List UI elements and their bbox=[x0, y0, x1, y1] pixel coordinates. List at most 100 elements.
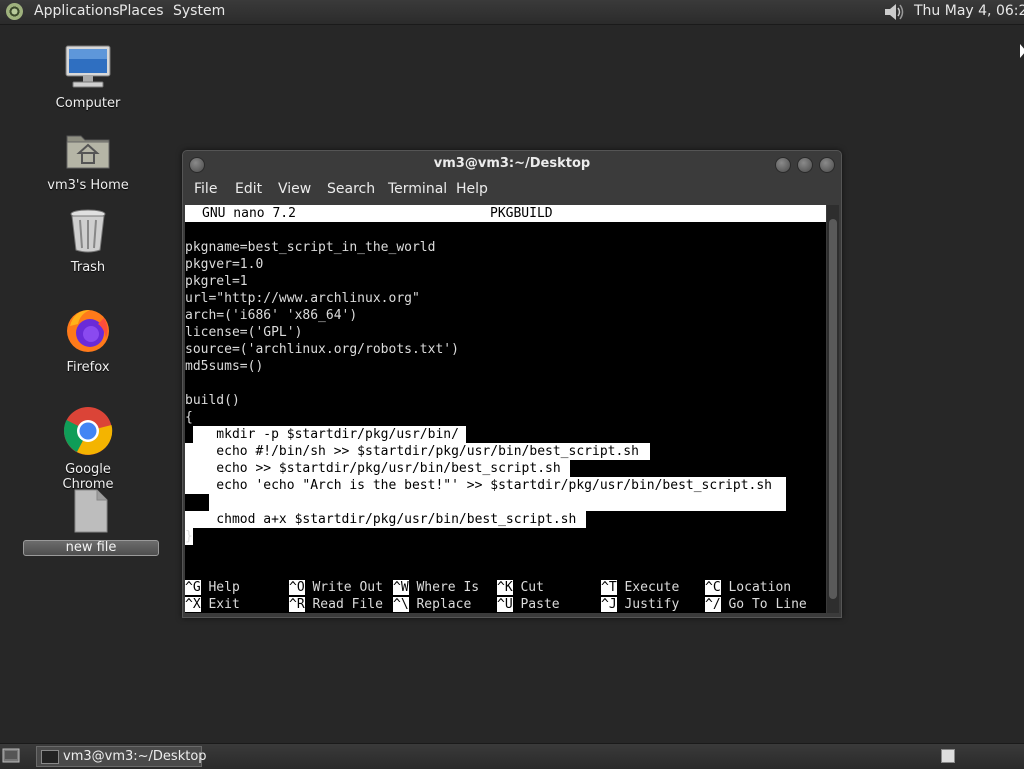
code-line: pkgver=1.0 bbox=[185, 257, 264, 272]
bottom-panel: vm3@vm3:~/Desktop bbox=[0, 743, 1024, 769]
shortcut-label: Write Out bbox=[312, 580, 383, 595]
window-titlebar[interactable]: vm3@vm3:~/Desktop bbox=[183, 151, 841, 177]
shortcut-label: Help bbox=[208, 580, 240, 595]
code-line: pkgrel=1 bbox=[185, 274, 248, 289]
code-line: } bbox=[185, 529, 193, 544]
shortcut-key: ^U bbox=[497, 597, 513, 612]
shortcut-justify[interactable]: ^J Justify bbox=[601, 596, 679, 613]
computer-icon bbox=[65, 45, 111, 88]
shortcut-key: ^G bbox=[185, 580, 201, 595]
menu-edit[interactable]: Edit bbox=[235, 181, 262, 197]
shortcut-label: Justify bbox=[624, 597, 680, 612]
menu-places[interactable]: Places bbox=[119, 3, 164, 19]
shortcut-where-is[interactable]: ^W Where Is bbox=[393, 579, 479, 596]
shortcut-help[interactable]: ^G Help bbox=[185, 579, 240, 596]
shortcut-execute[interactable]: ^T Execute bbox=[601, 579, 679, 596]
desktop-icon-label: Firefox bbox=[66, 360, 110, 375]
shortcut-key: ^X bbox=[185, 597, 201, 612]
chrome-icon bbox=[63, 407, 113, 455]
code-line: build() bbox=[185, 393, 240, 408]
code-line: echo 'echo "Arch is the best!"' >> $star… bbox=[185, 478, 772, 493]
shortcut-label: Cut bbox=[520, 580, 544, 595]
shortcut-key: ^K bbox=[497, 580, 513, 595]
desktop-icon-home[interactable]: vm3's Home bbox=[38, 128, 138, 193]
desktop-icon-trash[interactable]: Trash bbox=[38, 208, 138, 275]
terminal-window[interactable]: vm3@vm3:~/Desktop File Edit View Search … bbox=[182, 150, 842, 618]
code-line: echo >> $startdir/pkg/usr/bin/best_scrip… bbox=[185, 461, 561, 476]
menu-file[interactable]: File bbox=[194, 181, 217, 197]
distro-logo-icon[interactable] bbox=[6, 3, 23, 20]
trash-icon bbox=[70, 209, 106, 253]
nano-version: GNU nano 7.2 bbox=[202, 206, 296, 221]
shortcut-key: ^T bbox=[601, 580, 617, 595]
file-icon bbox=[74, 489, 108, 533]
top-panel: Applications Places System Thu May 4, 06… bbox=[0, 0, 1024, 25]
shortcut-replace[interactable]: ^\ Replace bbox=[393, 596, 471, 613]
shortcut-label: Replace bbox=[416, 597, 472, 612]
menu-applications[interactable]: Applications bbox=[34, 3, 120, 19]
shortcut-label: Execute bbox=[624, 580, 680, 595]
desktop-icon-label: vm3's Home bbox=[47, 178, 129, 193]
shortcut-key: ^/ bbox=[705, 597, 721, 612]
shortcut-label: Location bbox=[728, 580, 792, 595]
desktop-icon-label[interactable]: new file bbox=[23, 540, 159, 556]
maximize-button[interactable] bbox=[797, 157, 813, 173]
menu-system[interactable]: System bbox=[173, 3, 225, 19]
code-line: arch=('i686' 'x86_64') bbox=[185, 308, 358, 323]
taskbar-item-terminal[interactable]: vm3@vm3:~/Desktop bbox=[36, 746, 207, 767]
firefox-icon bbox=[67, 310, 109, 352]
shortcut-key: ^C bbox=[705, 580, 721, 595]
selection-highlight bbox=[209, 494, 786, 511]
shortcut-label: Go To Line bbox=[728, 597, 807, 612]
shortcut-paste[interactable]: ^U Paste bbox=[497, 596, 560, 613]
shortcut-key: ^\ bbox=[393, 597, 409, 612]
shortcut-key: ^J bbox=[601, 597, 617, 612]
code-line: url="http://www.archlinux.org" bbox=[185, 291, 420, 306]
shortcut-label: Paste bbox=[520, 597, 560, 612]
menu-view[interactable]: View bbox=[278, 181, 311, 197]
desktop-icon-computer[interactable]: Computer bbox=[38, 44, 138, 111]
code-line: echo #!/bin/sh >> $startdir/pkg/usr/bin/… bbox=[185, 444, 639, 459]
nano-header: GNU nano 7.2 PKGBUILD bbox=[185, 205, 826, 222]
terminal-content[interactable]: GNU nano 7.2 PKGBUILD pkgname=best_scrip… bbox=[185, 205, 826, 613]
shortcut-cut[interactable]: ^K Cut bbox=[497, 579, 544, 596]
desktop-icon-label: Trash bbox=[70, 260, 106, 275]
code-line: source=('archlinux.org/robots.txt') bbox=[185, 342, 459, 357]
window-title: vm3@vm3:~/Desktop bbox=[433, 156, 591, 171]
shortcut-read-file[interactable]: ^R Read File bbox=[289, 596, 383, 613]
scrollbar-thumb[interactable] bbox=[829, 219, 837, 599]
shortcut-write-out[interactable]: ^O Write Out bbox=[289, 579, 383, 596]
code-line: md5sums=() bbox=[185, 359, 264, 374]
code-line: pkgname=best_script_in_the_world bbox=[185, 240, 436, 255]
code-line: { bbox=[185, 410, 193, 425]
clock[interactable]: Thu May 4, 06:20 bbox=[914, 3, 1024, 19]
window-menubar: File Edit View Search Terminal Help bbox=[183, 178, 841, 202]
shortcut-key: ^O bbox=[289, 580, 305, 595]
shortcut-key: ^R bbox=[289, 597, 305, 612]
workspace-switcher[interactable] bbox=[941, 749, 955, 763]
menu-terminal[interactable]: Terminal bbox=[388, 181, 447, 197]
shortcut-label: Read File bbox=[312, 597, 383, 612]
menu-search[interactable]: Search bbox=[327, 181, 375, 197]
shortcut-go-to-line[interactable]: ^/ Go To Line bbox=[705, 596, 807, 613]
shortcut-exit[interactable]: ^X Exit bbox=[185, 596, 240, 613]
code-line: license=('GPL') bbox=[185, 325, 303, 340]
menu-help[interactable]: Help bbox=[456, 181, 488, 197]
mouse-pointer-icon bbox=[1020, 44, 1024, 58]
code-line: mkdir -p $startdir/pkg/usr/bin/ bbox=[185, 427, 459, 442]
code-line: chmod a+x $startdir/pkg/usr/bin/best_scr… bbox=[185, 512, 577, 527]
desktop-icon-new-file[interactable]: new file bbox=[21, 488, 161, 556]
volume-icon[interactable] bbox=[882, 1, 906, 23]
terminal-scrollbar[interactable] bbox=[827, 205, 839, 613]
minimize-button[interactable] bbox=[775, 157, 791, 173]
nano-filename: PKGBUILD bbox=[490, 206, 553, 221]
desktop-icon-firefox[interactable]: Firefox bbox=[38, 306, 138, 375]
shortcut-label: Exit bbox=[208, 597, 240, 612]
shortcut-location[interactable]: ^C Location bbox=[705, 579, 791, 596]
terminal-icon bbox=[41, 750, 59, 764]
desktop-icon-chrome[interactable]: Google Chrome bbox=[38, 406, 138, 492]
shortcut-key: ^W bbox=[393, 580, 409, 595]
taskbar-item-label: vm3@vm3:~/Desktop bbox=[63, 749, 207, 764]
show-desktop-icon[interactable] bbox=[2, 747, 20, 764]
close-button[interactable] bbox=[819, 157, 835, 173]
